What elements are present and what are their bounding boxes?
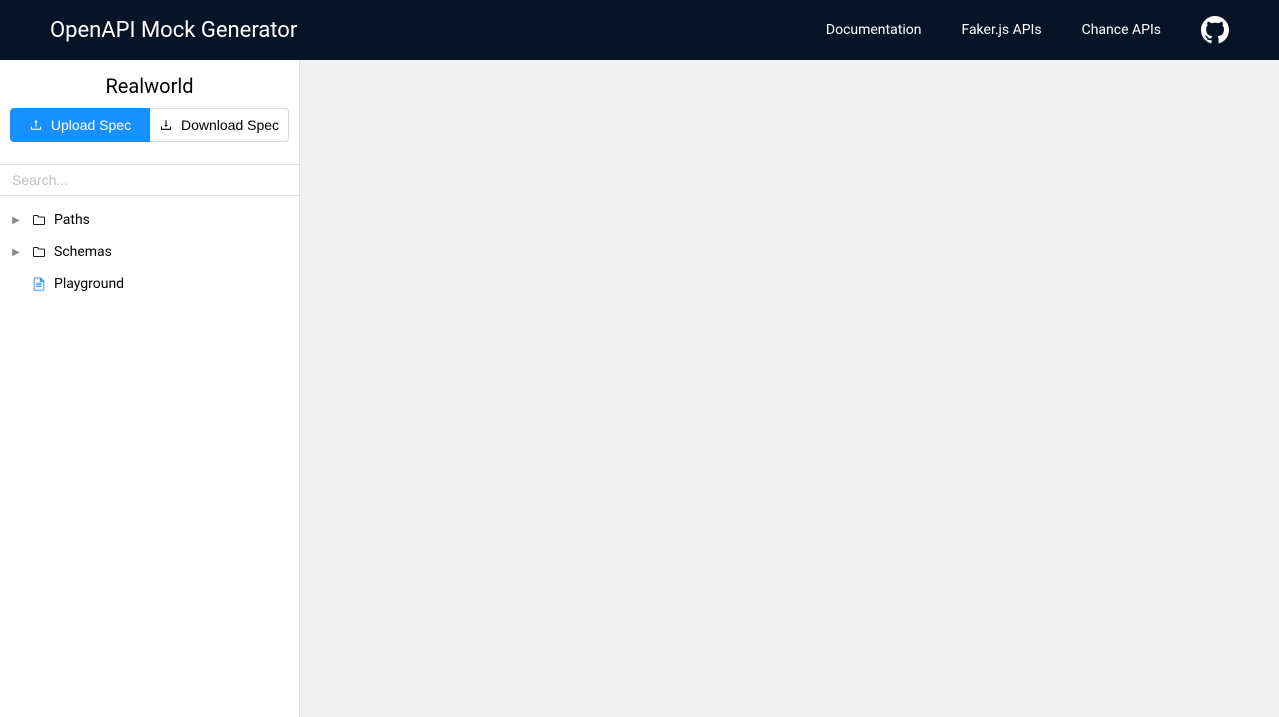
header: OpenAPI Mock Generator Documentation Fak… — [0, 0, 1279, 60]
folder-icon — [32, 212, 48, 228]
github-icon[interactable] — [1201, 16, 1229, 44]
caret-right-icon: ▶ — [8, 247, 24, 258]
download-button-label: Download Spec — [181, 117, 279, 133]
nav: Documentation Faker.js APIs Chance APIs — [826, 16, 1229, 44]
tree-item-paths[interactable]: ▶ Paths — [0, 204, 299, 236]
nav-faker[interactable]: Faker.js APIs — [961, 22, 1041, 38]
upload-spec-button[interactable]: Upload Spec — [10, 108, 150, 142]
sidebar: Realworld Upload Spec Download Spec ▶ — [0, 60, 300, 717]
nav-chance[interactable]: Chance APIs — [1082, 22, 1161, 38]
tree-item-label: Schemas — [54, 244, 112, 260]
file-icon — [32, 276, 48, 292]
main-content — [300, 60, 1279, 717]
folder-icon — [32, 244, 48, 260]
caret-right-icon: ▶ — [8, 215, 24, 226]
download-spec-button[interactable]: Download Spec — [150, 108, 289, 142]
tree-item-playground[interactable]: ▶ Playground — [0, 268, 299, 300]
tree: ▶ Paths ▶ Schemas ▶ Playground — [0, 196, 299, 308]
upload-icon — [29, 118, 43, 132]
search-input[interactable] — [0, 164, 299, 196]
app-title: OpenAPI Mock Generator — [50, 18, 297, 43]
download-icon — [159, 118, 173, 132]
layout: Realworld Upload Spec Download Spec ▶ — [0, 60, 1279, 717]
upload-button-label: Upload Spec — [51, 117, 131, 133]
tree-item-label: Playground — [54, 276, 124, 292]
tree-item-label: Paths — [54, 212, 90, 228]
search-wrap — [0, 154, 299, 196]
tree-item-schemas[interactable]: ▶ Schemas — [0, 236, 299, 268]
button-group: Upload Spec Download Spec — [0, 108, 299, 154]
sidebar-title: Realworld — [0, 60, 299, 108]
nav-documentation[interactable]: Documentation — [826, 22, 922, 38]
